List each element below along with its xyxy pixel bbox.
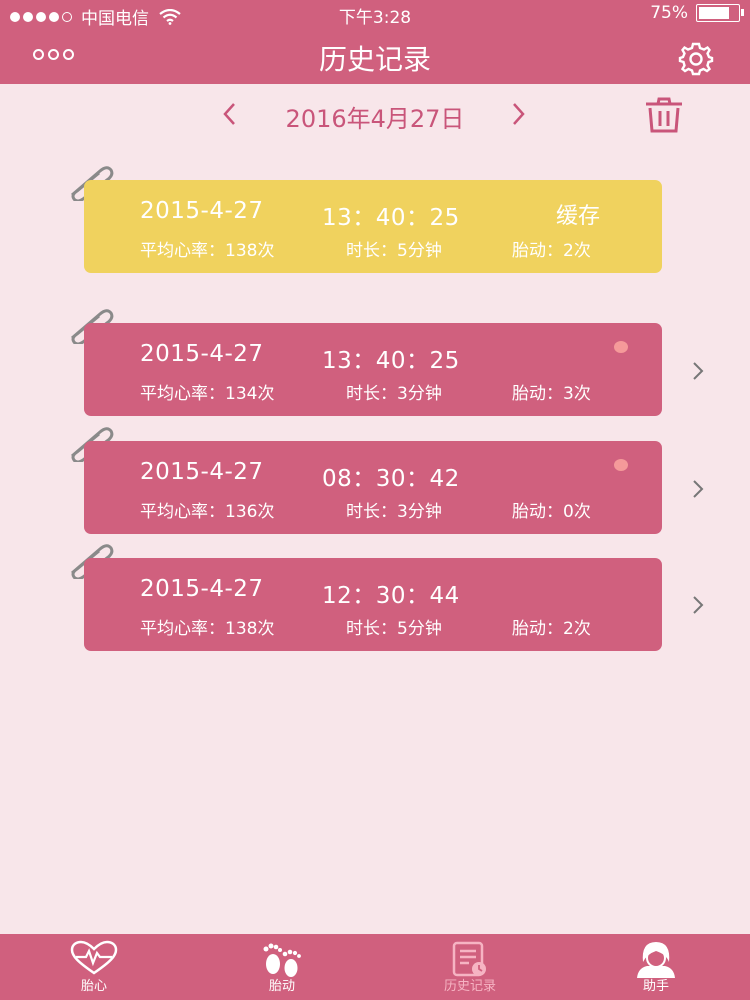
chevron-right-icon[interactable] xyxy=(690,594,706,616)
battery-area: 75% xyxy=(650,3,744,23)
assistant-avatar-icon xyxy=(637,942,675,978)
date-navigation: 2016年4月27日 xyxy=(0,96,750,136)
record-heart-rate: 平均心率：136次 xyxy=(140,502,275,522)
record-heart-rate: 平均心率：138次 xyxy=(140,241,275,261)
tab-label: 胎动 xyxy=(268,979,295,994)
header: 中国电信 下午3:28 75% 历史记录 xyxy=(0,0,750,84)
record-heart-rate: 平均心率：138次 xyxy=(140,619,275,639)
record-duration: 时长：5分钟 xyxy=(346,241,442,261)
tab-bar: 胎心 胎动 历史记录 助手 xyxy=(0,934,750,1000)
record-duration: 时长：5分钟 xyxy=(346,619,442,639)
heart-pulse-icon xyxy=(70,940,118,975)
trash-icon[interactable] xyxy=(643,96,685,134)
tab-heart[interactable]: 胎心 xyxy=(24,934,164,1000)
cache-badge: 缓存 xyxy=(556,204,601,229)
record-time: 13：40：25 xyxy=(322,205,460,231)
record-movement: 胎动：0次 xyxy=(512,502,591,522)
record-card[interactable]: 2015-4-27 08：30：42 平均心率：136次 时长：3分钟 胎动：0… xyxy=(84,441,662,534)
chevron-right-icon[interactable] xyxy=(508,100,528,128)
status-time: 下午3:28 xyxy=(338,8,412,28)
record-movement: 胎动：2次 xyxy=(512,241,591,261)
tab-assistant[interactable]: 助手 xyxy=(586,934,726,1000)
history-doc-icon xyxy=(452,941,486,977)
chevron-right-icon[interactable] xyxy=(690,360,706,382)
record-movement: 胎动：3次 xyxy=(512,384,591,404)
record-heart-rate: 平均心率：134次 xyxy=(140,384,275,404)
tab-label: 胎心 xyxy=(80,979,107,994)
record-card-cached[interactable]: 2015-4-27 13：40：25 缓存 平均心率：138次 时长：5分钟 胎… xyxy=(84,180,662,273)
record-date: 2015-4-27 xyxy=(140,576,264,602)
battery-percent: 75% xyxy=(650,3,688,23)
footprints-icon xyxy=(263,943,301,977)
record-card[interactable]: 2015-4-27 13：40：25 平均心率：134次 时长：3分钟 胎动：3… xyxy=(84,323,662,416)
gear-icon[interactable] xyxy=(678,40,714,76)
record-duration: 时长：3分钟 xyxy=(346,384,442,404)
unread-dot-icon xyxy=(614,459,628,471)
status-bar: 中国电信 下午3:28 75% xyxy=(0,0,750,29)
page-title: 历史记录 xyxy=(318,43,431,76)
tab-label: 历史记录 xyxy=(443,979,496,994)
record-time: 08：30：42 xyxy=(322,466,460,492)
record-time: 12：30：44 xyxy=(322,583,460,609)
chevron-left-icon[interactable] xyxy=(220,100,240,128)
chevron-right-icon[interactable] xyxy=(690,478,706,500)
current-date[interactable]: 2016年4月27日 xyxy=(250,99,500,134)
unread-dot-icon xyxy=(614,341,628,353)
record-time: 13：40：25 xyxy=(322,348,460,374)
record-date: 2015-4-27 xyxy=(140,341,264,367)
battery-icon xyxy=(696,4,744,22)
tab-history[interactable]: 历史记录 xyxy=(400,934,540,1000)
record-date: 2015-4-27 xyxy=(140,459,264,485)
record-date: 2015-4-27 xyxy=(140,198,264,224)
tab-movement[interactable]: 胎动 xyxy=(212,934,352,1000)
tab-label: 助手 xyxy=(642,979,669,994)
record-duration: 时长：3分钟 xyxy=(346,502,442,522)
record-movement: 胎动：2次 xyxy=(512,619,591,639)
battery-fill xyxy=(699,7,730,19)
record-card[interactable]: 2015-4-27 12：30：44 平均心率：138次 时长：5分钟 胎动：2… xyxy=(84,558,662,651)
